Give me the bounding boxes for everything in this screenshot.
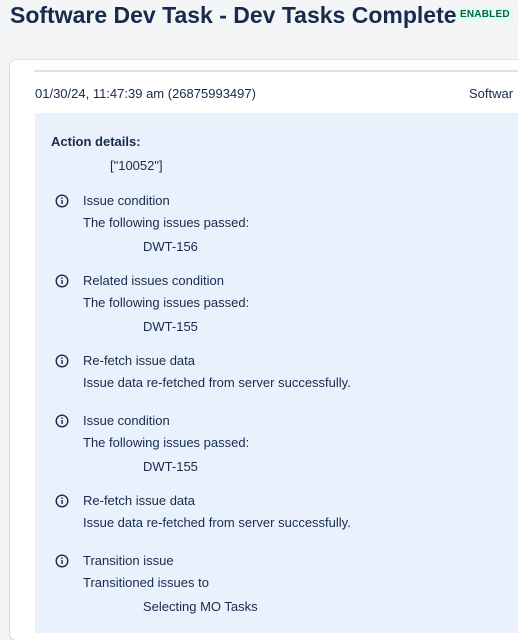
entry-title: Issue condition	[83, 413, 170, 428]
entry-description: Transitioned issues to	[83, 575, 209, 590]
entry-status-name: Selecting MO Tasks	[143, 599, 258, 614]
entry-issue-key[interactable]: DWT-155	[143, 459, 198, 475]
entry-description: The following issues passed:	[83, 435, 250, 450]
action-details-label: Action details:	[51, 134, 141, 149]
audit-log-card: 01/30/24, 11:47:39 am (26875993497) Soft…	[10, 60, 518, 640]
info-icon	[55, 494, 69, 508]
entry-description: Issue data re-fetched from server succes…	[83, 515, 351, 530]
info-icon	[55, 274, 69, 288]
divider	[34, 70, 518, 72]
log-timestamp[interactable]: 01/30/24, 11:47:39 am (26875993497)	[35, 86, 256, 102]
entry-title: Related issues condition	[83, 273, 224, 288]
info-icon	[55, 414, 69, 428]
info-icon	[55, 554, 69, 568]
entry-description: The following issues passed:	[83, 295, 250, 310]
info-icon	[55, 194, 69, 208]
entry-issue-key[interactable]: DWT-156	[143, 239, 198, 255]
page-title: Software Dev Task - Dev Tasks Complete	[10, 2, 457, 28]
entry-issue-key[interactable]: DWT-155	[143, 319, 198, 335]
entry-description: The following issues passed:	[83, 215, 250, 230]
log-rule-name: Softwar	[469, 86, 514, 101]
entry-title: Transition issue	[83, 553, 174, 568]
action-details-panel: Action details: ["10052"] Issue conditio…	[35, 113, 518, 633]
page-header: Software Dev Task - Dev Tasks Complete E…	[0, 0, 518, 40]
entry-description: Issue data re-fetched from server succes…	[83, 375, 351, 390]
action-details-value: ["10052"]	[110, 158, 163, 173]
info-icon	[55, 354, 69, 368]
status-badge: ENABLED	[456, 8, 514, 22]
entry-title: Re-fetch issue data	[83, 493, 196, 508]
entry-title: Issue condition	[83, 193, 170, 208]
entry-title: Re-fetch issue data	[83, 353, 196, 368]
